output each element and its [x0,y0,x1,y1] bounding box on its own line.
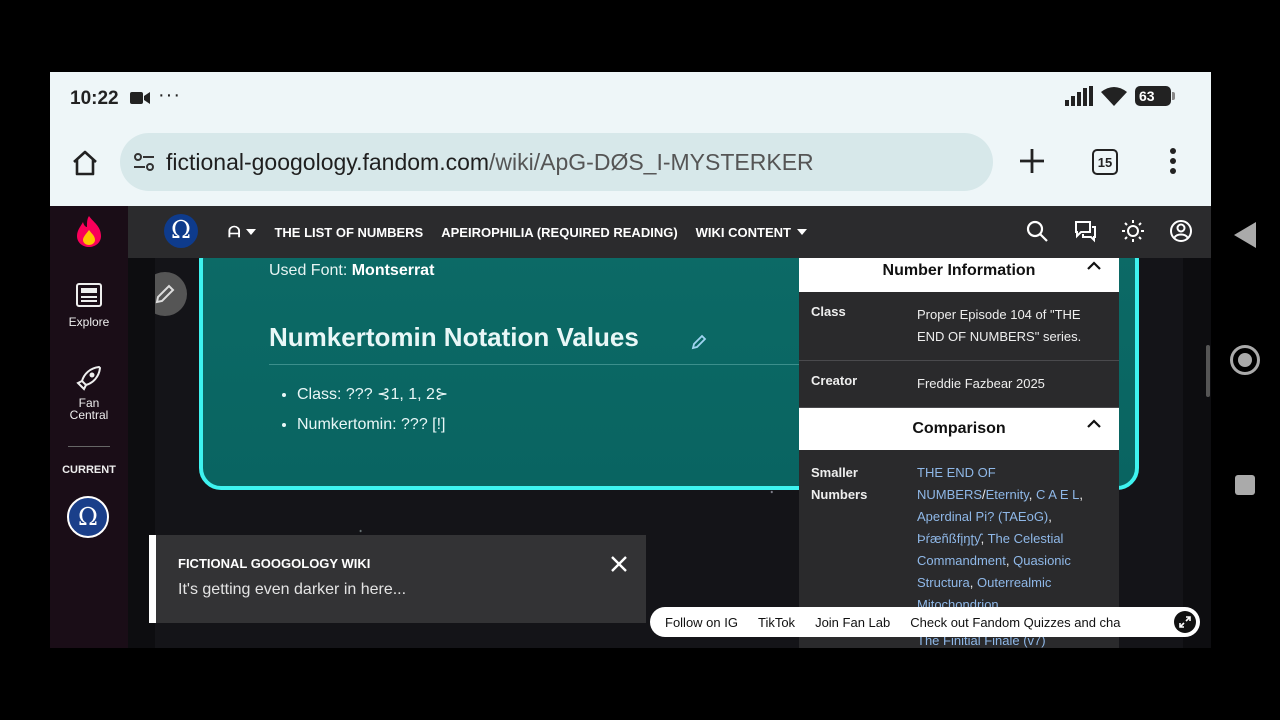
chevron-up-icon [1087,419,1101,428]
url-host: fictional-googology.fandom.com [166,148,490,175]
nav-list-of-numbers[interactable]: THE LIST OF NUMBERS [274,225,423,240]
browser-toolbar: fictional-googology.fandom.com/wiki/ApG-… [50,124,1211,206]
nav-wiki-content[interactable]: WIKI CONTENT [696,225,807,240]
rail-explore-label: Explore [68,315,110,329]
toast-message: It's getting even darker in here... [178,581,407,598]
status-more-icon: ··· [158,84,181,106]
android-home-button[interactable] [1230,345,1260,375]
wiki-nav-items: ᗩ THE LIST OF NUMBERS APEIROPHILIA (REQU… [228,206,807,258]
fandom-logo-icon[interactable] [75,214,103,248]
site-settings-icon[interactable] [132,151,156,173]
signal-icon [1065,86,1093,106]
infobox-link[interactable]: THE END OF NUMBERS [917,465,996,502]
infobox-key: Creator [811,373,858,388]
status-time: 10:22 [70,88,119,109]
section-edit-icon[interactable] [691,334,707,350]
nav-wiki-content-label: WIKI CONTENT [695,224,791,240]
close-icon[interactable] [610,555,628,573]
android-recents-button[interactable] [1235,475,1255,495]
infobox-value: Proper Episode 104 of "THE END OF NUMBER… [917,307,1082,344]
address-bar[interactable]: fictional-googology.fandom.com/wiki/ApG-… [120,133,993,191]
quizzes-link[interactable]: Check out Fandom Quizzes and cha [910,615,1120,630]
heading-divider [269,364,825,365]
wifi-icon [1101,87,1127,106]
rail-divider [68,446,110,447]
fandom-social-bar: Follow on IG TikTok Join Fan Lab Check o… [650,607,1200,637]
edit-page-button[interactable] [155,272,187,316]
wiki-navigation-bar: Ω ᗩ THE LIST OF NUMBERS APEIROPHILIA (RE… [128,206,1211,258]
video-camera-icon [130,92,150,104]
wiki-nav-actions [1025,219,1193,243]
follow-ig-link[interactable]: Follow on IG [665,615,738,630]
status-indicators: 63 [1065,86,1175,106]
toast-title: FICTIONAL GOOGOLOGY WIKI [178,556,371,571]
tab-switcher-button[interactable]: 15 [1092,149,1118,175]
infobox-value: Freddie Fazbear 2025 [917,376,1045,391]
fandom-left-rail: Explore Fan Central CURRENT Ω [50,206,128,648]
section-heading: Numkertomin Notation Values [269,322,639,352]
infobox-row-creator: Creator Freddie Fazbear 2025 [799,361,1119,408]
pencil-icon [155,284,175,304]
used-font-value: Montserrat [351,262,435,279]
battery-icon: 63 [1135,86,1175,106]
infobox-row-class: Class Proper Episode 104 of "THE END OF … [799,292,1119,361]
android-back-icon[interactable] [1234,222,1256,248]
phone-screen: 10:22 ··· 63 fictional-googology.fandom.… [50,72,1211,648]
current-wiki-avatar[interactable]: Ω [67,496,109,538]
notification-toast: FICTIONAL GOOGOLOGY WIKI It's getting ev… [149,535,646,623]
expand-button[interactable] [1174,611,1196,633]
browser-menu-icon[interactable] [1167,146,1179,176]
chevron-down-icon [796,229,807,235]
wiki-menu-icon: ᗩ [228,223,241,241]
rocket-icon [76,365,102,391]
used-font-line: Used Font: Montserrat [269,262,434,280]
list-item: Class: ??? ⊰1, 1, 2⊱ [297,380,448,410]
infobox-link[interactable]: C A E L [1036,487,1079,502]
rail-fan-label-2: Central [69,408,109,422]
tab-count: 15 [1097,154,1113,170]
infobox-link[interactable]: Aperdinal Pi? (TAEoG) [917,509,1048,524]
wiki-logo[interactable]: Ω [164,214,198,248]
status-bar: 10:22 ··· 63 [50,72,1211,124]
infobox-header-label: Number Information [882,262,1036,279]
infobox-header-comparison[interactable]: Comparison [799,408,1119,450]
wiki-nav-menu[interactable]: ᗩ [228,223,257,241]
search-icon[interactable] [1025,219,1049,243]
rail-fan-central[interactable]: Fan Central [50,364,128,421]
used-font-label: Used Font: [269,262,348,279]
theme-toggle-icon[interactable] [1121,219,1145,243]
scroll-indicator [1206,345,1210,397]
new-tab-icon[interactable] [1017,146,1047,176]
newspaper-icon [76,283,102,307]
expand-icon [1179,616,1191,628]
infobox-header-label: Comparison [912,420,1006,437]
chevron-up-icon [1087,261,1101,270]
user-account-icon[interactable] [1169,219,1193,243]
list-item: Numkertomin: ??? [!] [297,410,448,440]
home-icon[interactable] [70,148,100,178]
infobox-link[interactable]: Eternity [986,487,1029,502]
rail-current-label: CURRENT [62,464,116,476]
url-text: fictional-googology.fandom.com/wiki/ApG-… [166,149,814,176]
url-path: /wiki/ApG-DØS_I-MYSTERKER [489,148,814,175]
discussions-icon[interactable] [1073,219,1097,243]
rail-explore[interactable]: Explore [50,282,128,329]
battery-level: 63 [1139,88,1155,104]
infobox: Number Information Class Proper Episode … [799,258,1119,648]
infobox-link[interactable]: Þŕæñßfįŋʈƴ [917,531,981,546]
infobox-key: Class [811,304,846,319]
fan-lab-link[interactable]: Join Fan Lab [815,615,890,630]
nav-apeirophilia[interactable]: APEIROPHILIA (REQUIRED READING) [441,225,677,240]
notation-values-list: Class: ??? ⊰1, 1, 2⊱ Numkertomin: ??? [!… [297,380,448,440]
tiktok-link[interactable]: TikTok [758,615,795,630]
infobox-header-number-info[interactable]: Number Information [799,258,1119,292]
chevron-down-icon [246,229,257,235]
